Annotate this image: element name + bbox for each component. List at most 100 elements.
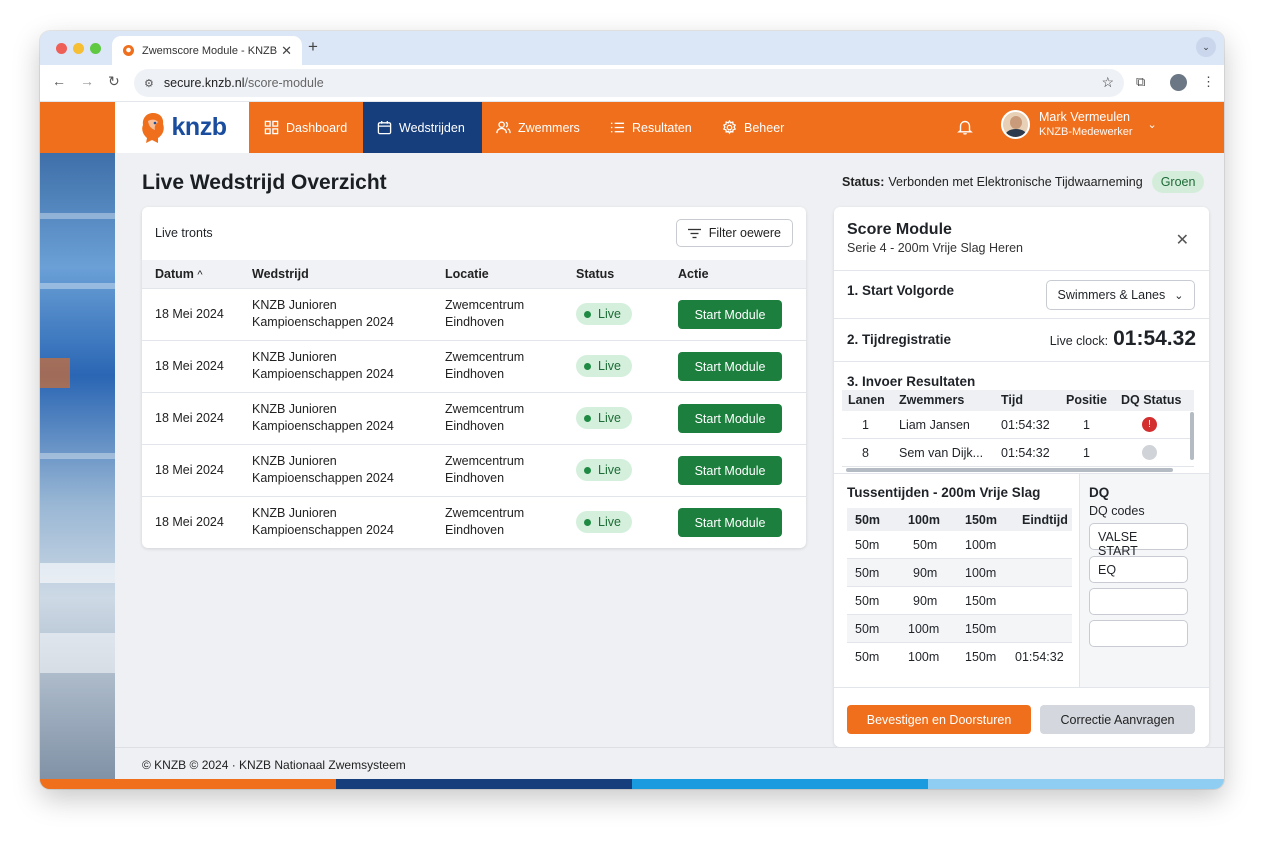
- row-date: 18 Mei 2024: [155, 515, 224, 529]
- col-zwemmers: Zwemmers: [899, 393, 965, 407]
- results-row[interactable]: 1 Liam Jansen 01:54:32 1 !: [842, 411, 1194, 439]
- dq-code-field[interactable]: EQ: [1089, 556, 1188, 583]
- user-role: KNZB-Medewerker: [1039, 126, 1133, 138]
- splits-title: Tussentijden - 200m Vrije Slag: [847, 485, 1041, 500]
- gear-icon: [722, 120, 737, 135]
- tab-search-icon[interactable]: ⌄: [1196, 37, 1216, 57]
- dq-alert-icon[interactable]: !: [1142, 417, 1157, 432]
- col-dq-status: DQ Status: [1121, 393, 1182, 407]
- dq-code-field[interactable]: [1089, 588, 1188, 615]
- browser-window: Zwemscore Module - KNZB ✕ + ⌄ ← → ↻ ⚙ se…: [40, 31, 1224, 789]
- sort-asc-icon: ^: [197, 269, 203, 281]
- reload-icon[interactable]: ↻: [108, 73, 120, 90]
- page-footer: © KNZB © 2024 · KNZB Nationaal Zwemsyste…: [115, 747, 1224, 779]
- bell-icon[interactable]: [957, 119, 973, 135]
- row-date: 18 Mei 2024: [155, 463, 224, 477]
- col-status: Status: [576, 267, 615, 281]
- nav-zwemmers[interactable]: Zwemmers: [496, 102, 580, 153]
- result-time: 01:54:32: [1001, 446, 1050, 460]
- col-datum[interactable]: Datum ^: [155, 267, 203, 281]
- browser-tab[interactable]: Zwemscore Module - KNZB ✕: [112, 36, 302, 65]
- row-event: KNZB Junioren Kampioenschappen 2024: [252, 350, 394, 381]
- results-input-title: 3. Invoer Resultaten: [847, 374, 976, 389]
- row-event: KNZB Junioren Kampioenschappen 2024: [252, 402, 394, 433]
- results-table-header: Lanen Zwemmers Tijd Positie DQ Status: [842, 390, 1194, 411]
- list-icon: [610, 122, 625, 133]
- chevron-down-icon: ⌄: [1147, 119, 1157, 131]
- pool-background-image: [40, 153, 115, 789]
- chevron-down-icon: ⌄: [1174, 289, 1184, 302]
- browser-menu-icon[interactable]: ⋮: [1202, 74, 1215, 90]
- table-row: 18 Mei 2024 KNZB Junioren Kampioenschappe…: [142, 288, 806, 340]
- dq-code-field[interactable]: VALSE START: [1089, 523, 1188, 558]
- live-status-badge: Live: [576, 511, 632, 533]
- splits-and-dq: Tussentijden - 200m Vrije Slag 50m 100m …: [834, 473, 1209, 688]
- filter-button-label: Filter oewere: [708, 226, 781, 240]
- nav-resultaten[interactable]: Resultaten: [610, 102, 692, 153]
- confirm-submit-button[interactable]: Bevestigen en Doorsturen: [847, 705, 1031, 734]
- close-icon[interactable]: ✕: [1176, 230, 1189, 250]
- dq-title: DQ: [1089, 485, 1110, 500]
- status-text: Verbonden met Elektronische Tijdwaarnemi…: [888, 175, 1143, 189]
- splits-table-header: 50m 100m 150m Eindtijd: [847, 508, 1072, 531]
- nav-dashboard[interactable]: Dashboard: [249, 102, 363, 153]
- results-row[interactable]: 8 Sem van Dijk... 01:54:32 1: [842, 439, 1194, 467]
- row-event: KNZB Junioren Kampioenschappen 2024: [252, 454, 394, 485]
- col-150m: 150m: [965, 513, 997, 527]
- table-row: 18 Mei 2024 KNZB Junioren Kampioenschappe…: [142, 496, 806, 548]
- nav-wedstrijden[interactable]: Wedstrijden: [363, 102, 482, 153]
- request-correction-button[interactable]: Correctie Aanvragen: [1040, 705, 1195, 734]
- results-vertical-scrollbar[interactable]: [1190, 412, 1194, 460]
- maximize-window-button[interactable]: [90, 43, 101, 54]
- col-tijd: Tijd: [1001, 393, 1023, 407]
- split-row: 50m 90m 100m: [847, 559, 1072, 587]
- results-horizontal-scrollbar[interactable]: [846, 468, 1173, 472]
- result-position: 1: [1083, 446, 1090, 460]
- calendar-icon: [377, 120, 392, 135]
- split-row: 50m 100m 150m 01:54:32: [855, 650, 1064, 664]
- split-row: 50m 50m 100m: [847, 531, 1072, 559]
- start-module-button[interactable]: Start Module: [678, 300, 782, 329]
- url-field[interactable]: ⚙ secure.knzb.nl/score-module ☆: [134, 69, 1124, 97]
- close-tab-icon[interactable]: ✕: [281, 43, 292, 59]
- url-host: secure.knzb.nl: [163, 76, 245, 90]
- score-module-panel: Score Module Serie 4 - 200m Vrije Slag H…: [834, 207, 1209, 747]
- dq-subtitle: DQ codes: [1089, 504, 1145, 518]
- nav-beheer[interactable]: Beheer: [722, 102, 784, 153]
- minimize-window-button[interactable]: [73, 43, 84, 54]
- swimmers-lanes-select[interactable]: Swimmers & Lanes ⌄: [1046, 280, 1195, 310]
- row-event: KNZB Junioren Kampioenschappen 2024: [252, 298, 394, 329]
- nav-beheer-label: Beheer: [744, 120, 785, 135]
- start-module-button[interactable]: Start Module: [678, 404, 782, 433]
- bookmark-star-icon[interactable]: ☆: [1101, 74, 1114, 91]
- user-menu[interactable]: Mark Vermeulen KNZB-Medewerker ⌄: [1001, 110, 1157, 139]
- col-50m: 50m: [855, 513, 881, 527]
- knzb-logo[interactable]: knzb: [115, 102, 249, 153]
- live-clock: Live clock: 01:54.32: [1050, 327, 1196, 351]
- browser-profile-avatar[interactable]: [1170, 74, 1187, 91]
- site-info-icon[interactable]: ⚙: [144, 77, 154, 90]
- close-window-button[interactable]: [56, 43, 67, 54]
- time-registration-section: 2. Tijdregistratie Live clock: 01:54.32: [834, 319, 1209, 362]
- row-location: Zwemcentrum Eindhoven: [445, 298, 525, 329]
- new-tab-button[interactable]: +: [308, 37, 318, 57]
- events-card-title: Live tronts: [155, 226, 213, 240]
- dq-status-neutral-icon[interactable]: [1142, 445, 1157, 460]
- status-badge: Groen: [1151, 171, 1205, 193]
- start-module-button[interactable]: Start Module: [678, 456, 782, 485]
- start-module-button[interactable]: Start Module: [678, 352, 782, 381]
- brand-stripe: [40, 779, 1224, 789]
- start-module-button[interactable]: Start Module: [678, 508, 782, 537]
- dq-codes-section: DQ DQ codes VALSE START EQ: [1079, 474, 1209, 688]
- row-location: Zwemcentrum Eindhoven: [445, 402, 525, 433]
- back-icon[interactable]: ←: [52, 73, 66, 89]
- row-date: 18 Mei 2024: [155, 359, 224, 373]
- extensions-icon[interactable]: ⧉: [1136, 74, 1145, 90]
- nav-resultaten-label: Resultaten: [632, 120, 692, 135]
- app-navbar: knzb Dashboard Wedstrijden Zwemmers Resu…: [40, 102, 1224, 153]
- user-name: Mark Vermeulen: [1039, 110, 1131, 124]
- filter-button[interactable]: Filter oewere: [675, 219, 793, 247]
- dq-code-field[interactable]: [1089, 620, 1188, 647]
- forward-icon[interactable]: →: [80, 73, 94, 89]
- row-event: KNZB Junioren Kampioenschappen 2024: [252, 506, 394, 537]
